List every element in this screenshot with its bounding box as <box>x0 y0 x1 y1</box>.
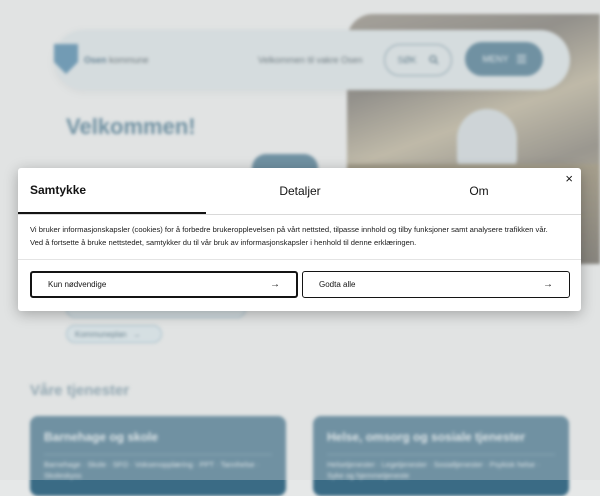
tab-om[interactable]: Om <box>394 168 564 214</box>
tab-samtykke[interactable]: Samtykke <box>18 168 206 214</box>
arrow-right-icon: → <box>543 279 553 290</box>
consent-description: Vi bruker informasjonskapsler (cookies) … <box>30 224 572 249</box>
button-label: Godta alle <box>319 280 356 289</box>
consent-text-line-1: Vi bruker informasjonskapsler (cookies) … <box>30 225 548 234</box>
tab-detaljer[interactable]: Detaljer <box>206 168 394 214</box>
accept-all-button[interactable]: Godta alle → <box>302 271 570 298</box>
button-label: Kun nødvendige <box>48 280 107 289</box>
close-icon[interactable]: × <box>565 171 573 187</box>
consent-text-line-2: Ved å fortsette å bruke nettstedet, samt… <box>30 237 417 247</box>
divider <box>18 259 581 260</box>
arrow-right-icon: → <box>270 279 280 290</box>
necessary-only-button[interactable]: Kun nødvendige → <box>30 271 298 298</box>
consent-tabs: Samtykke Detaljer Om <box>18 168 581 215</box>
cookie-consent-dialog: Samtykke Detaljer Om × Vi bruker informa… <box>18 168 581 311</box>
